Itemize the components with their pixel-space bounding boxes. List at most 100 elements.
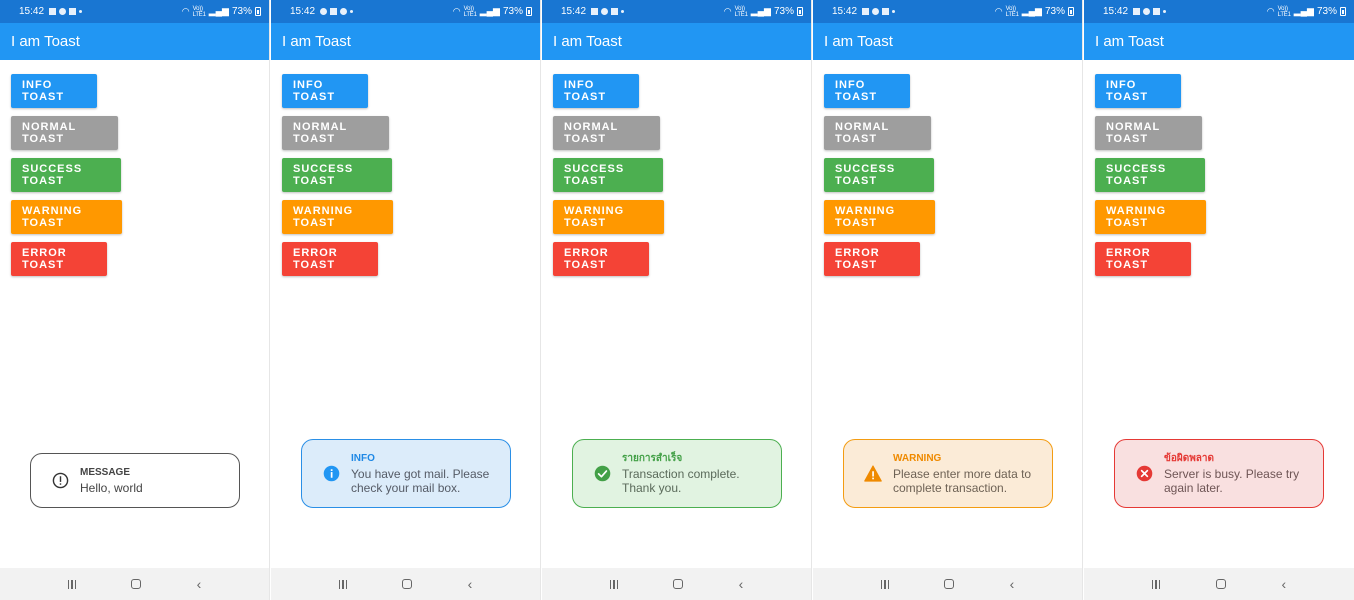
home-icon[interactable] bbox=[944, 579, 955, 589]
success-toast-button[interactable]: SUCCESS TOAST bbox=[11, 158, 121, 192]
toast-message-text: Please enter more data to complete trans… bbox=[893, 466, 1032, 495]
toast-button-list: INFO TOAST NORMAL TOAST SUCCESS TOAST WA… bbox=[1095, 74, 1206, 284]
warning-toast-button[interactable]: WARNING TOAST bbox=[553, 200, 664, 234]
app-title: I am Toast bbox=[542, 23, 811, 60]
status-right: ◠ Vo)) LTE1 ▂▄▆ 73% bbox=[724, 6, 803, 18]
app-title: I am Toast bbox=[0, 23, 269, 60]
recents-icon[interactable] bbox=[67, 579, 77, 589]
status-right: ◠ Vo)) LTE1 ▂▄▆ 73% bbox=[995, 6, 1074, 18]
toast-title: MESSAGE bbox=[80, 466, 131, 478]
info-toast-button[interactable]: INFO TOAST bbox=[824, 74, 910, 108]
phone-screen-success: 15:42 ◠ Vo)) LTE1 ▂▄▆ 73% I am Toast INFO… bbox=[542, 0, 812, 600]
normal-toast-button[interactable]: NORMAL TOAST bbox=[1095, 116, 1202, 150]
status-time: 15:42 bbox=[561, 6, 587, 17]
notification-icons bbox=[49, 8, 83, 15]
hotspot-icon: ◠ bbox=[994, 6, 1003, 16]
normal-toast-button[interactable]: NORMAL TOAST bbox=[824, 116, 931, 150]
gallery-icon bbox=[49, 8, 57, 15]
warning-toast-button[interactable]: WARNING TOAST bbox=[282, 200, 393, 234]
normal-toast-button[interactable]: NORMAL TOAST bbox=[282, 116, 389, 150]
toast-title: INFO bbox=[351, 452, 375, 464]
normal-toast-button[interactable]: NORMAL TOAST bbox=[11, 116, 118, 150]
error-circle-icon bbox=[1135, 465, 1153, 483]
app-title: I am Toast bbox=[271, 23, 540, 60]
error-toast-button[interactable]: ERROR TOAST bbox=[11, 242, 107, 276]
error-toast-button[interactable]: ERROR TOAST bbox=[553, 242, 649, 276]
home-icon[interactable] bbox=[673, 579, 684, 589]
back-icon[interactable]: ‹ bbox=[739, 577, 744, 591]
more-notifications-icon bbox=[350, 10, 354, 13]
check-circle-icon bbox=[593, 465, 611, 483]
toast-button-list: INFO TOAST NORMAL TOAST SUCCESS TOAST WA… bbox=[553, 74, 664, 284]
recents-icon[interactable] bbox=[1151, 579, 1161, 589]
success-toast-button[interactable]: SUCCESS TOAST bbox=[1095, 158, 1205, 192]
signal-icon: ▂▄▆ bbox=[750, 6, 771, 16]
message-app-icon bbox=[872, 8, 880, 15]
recents-icon[interactable] bbox=[609, 579, 619, 589]
hotspot-icon: ◠ bbox=[723, 6, 732, 16]
info-toast-button[interactable]: INFO TOAST bbox=[1095, 74, 1181, 108]
status-bar: 15:42 ◠ Vo)) LTE1 ▂▄▆ 73% bbox=[271, 0, 540, 23]
status-right: ◠ Vo)) LTE1 ▂▄▆ 73% bbox=[1267, 6, 1346, 18]
error-toast-button[interactable]: ERROR TOAST bbox=[1095, 242, 1191, 276]
info-circle-icon bbox=[322, 465, 340, 483]
info-toast-button[interactable]: INFO TOAST bbox=[11, 74, 97, 108]
status-time: 15:42 bbox=[290, 6, 316, 17]
battery-level: 73% bbox=[1044, 6, 1065, 17]
info-toast-button[interactable]: INFO TOAST bbox=[553, 74, 639, 108]
status-right: ◠ Vo)) LTE1 ▂▄▆ 73% bbox=[182, 6, 261, 18]
more-notifications-icon bbox=[79, 10, 83, 13]
gallery-icon bbox=[862, 8, 870, 15]
signal-icon: ▂▄▆ bbox=[208, 6, 229, 16]
network-type-icon: Vo)) LTE1 bbox=[463, 5, 477, 18]
normal-toast-button[interactable]: NORMAL TOAST bbox=[553, 116, 660, 150]
mail-icon bbox=[330, 8, 338, 15]
warning-toast-button[interactable]: WARNING TOAST bbox=[1095, 200, 1206, 234]
home-icon[interactable] bbox=[1215, 579, 1226, 589]
toast-message-text: You have got mail. Please check your mai… bbox=[351, 466, 490, 495]
toast-success: รายการสำเร็จ Transaction complete. Thank… bbox=[572, 439, 782, 508]
hotspot-icon: ◠ bbox=[1266, 6, 1275, 16]
success-toast-button[interactable]: SUCCESS TOAST bbox=[553, 158, 663, 192]
error-toast-button[interactable]: ERROR TOAST bbox=[282, 242, 378, 276]
recents-icon[interactable] bbox=[880, 579, 890, 589]
toast-message-text: Hello, world bbox=[80, 480, 143, 495]
home-icon[interactable] bbox=[131, 579, 142, 589]
home-icon[interactable] bbox=[402, 579, 413, 589]
warning-toast-button[interactable]: WARNING TOAST bbox=[824, 200, 935, 234]
toast-button-list: INFO TOAST NORMAL TOAST SUCCESS TOAST WA… bbox=[11, 74, 122, 284]
notification-icons bbox=[862, 8, 896, 15]
hotspot-icon: ◠ bbox=[452, 6, 461, 16]
back-icon[interactable]: ‹ bbox=[197, 577, 202, 591]
notification-icons bbox=[320, 8, 354, 15]
success-toast-button[interactable]: SUCCESS TOAST bbox=[282, 158, 392, 192]
toast-info: INFO You have got mail. Please check you… bbox=[301, 439, 511, 508]
warning-toast-button[interactable]: WARNING TOAST bbox=[11, 200, 122, 234]
navigation-bar: ‹ bbox=[1084, 568, 1354, 600]
network-type-icon: Vo)) LTE1 bbox=[1005, 5, 1019, 18]
toast-button-list: INFO TOAST NORMAL TOAST SUCCESS TOAST WA… bbox=[282, 74, 393, 284]
screens-container: 15:42 ◠ Vo)) LTE1 ▂▄▆ 73% I am Toast INFO… bbox=[0, 0, 1354, 600]
status-right: ◠ Vo)) LTE1 ▂▄▆ 73% bbox=[453, 6, 532, 18]
back-icon[interactable]: ‹ bbox=[468, 577, 473, 591]
toast-title: ข้อผิดพลาด bbox=[1164, 452, 1215, 464]
back-icon[interactable]: ‹ bbox=[1010, 577, 1015, 591]
app-title: I am Toast bbox=[813, 23, 1082, 60]
message-app-icon bbox=[320, 8, 328, 15]
battery-level: 73% bbox=[502, 6, 523, 17]
more-notifications-icon bbox=[621, 10, 625, 13]
toast-message-text: Server is busy. Please try again later. bbox=[1164, 466, 1300, 495]
notification-icons bbox=[1133, 8, 1167, 15]
toast-title: รายการสำเร็จ bbox=[622, 452, 683, 464]
signal-icon: ▂▄▆ bbox=[1293, 6, 1314, 16]
recents-icon[interactable] bbox=[338, 579, 348, 589]
battery-icon bbox=[255, 7, 261, 16]
mail-icon bbox=[69, 8, 77, 15]
error-toast-button[interactable]: ERROR TOAST bbox=[824, 242, 920, 276]
exclamation-circle-icon bbox=[51, 472, 69, 490]
back-icon[interactable]: ‹ bbox=[1282, 577, 1287, 591]
network-type-icon: Vo)) LTE1 bbox=[192, 5, 206, 18]
info-toast-button[interactable]: INFO TOAST bbox=[282, 74, 368, 108]
success-toast-button[interactable]: SUCCESS TOAST bbox=[824, 158, 934, 192]
navigation-bar: ‹ bbox=[0, 568, 269, 600]
